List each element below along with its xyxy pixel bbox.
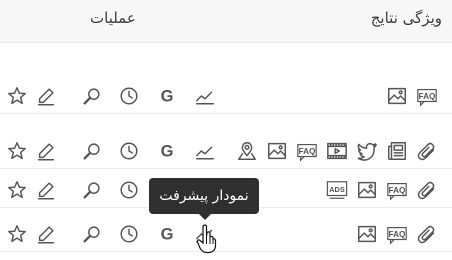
star-icon[interactable]: [5, 217, 29, 251]
news-icon: [385, 134, 409, 168]
ads-icon: ADS: [325, 173, 349, 207]
history-icon[interactable]: [117, 217, 141, 251]
search-icon[interactable]: [80, 217, 104, 251]
trend-icon[interactable]: [193, 79, 217, 113]
search-icon[interactable]: [80, 79, 104, 113]
trend-icon[interactable]: [193, 134, 217, 168]
video-icon: [325, 134, 349, 168]
history-icon[interactable]: [117, 79, 141, 113]
star-icon[interactable]: [5, 134, 29, 168]
table-row: G FAQ: [0, 79, 452, 114]
faq-icon: FAQ: [385, 173, 409, 207]
image-icon: [355, 173, 379, 207]
edit-icon[interactable]: [34, 217, 58, 251]
actions-column-header: عملیات: [90, 9, 136, 27]
image-icon: [265, 134, 289, 168]
faq-icon: FAQ: [415, 79, 439, 113]
edit-icon[interactable]: [34, 173, 58, 207]
history-icon[interactable]: [117, 173, 141, 207]
image-icon: [385, 79, 409, 113]
faq-icon: FAQ: [385, 217, 409, 251]
history-icon[interactable]: [117, 134, 141, 168]
faq-icon: FAQ: [295, 134, 319, 168]
google-icon[interactable]: G: [155, 134, 179, 168]
search-icon[interactable]: [80, 173, 104, 207]
svg-text:FAQ: FAQ: [419, 92, 437, 101]
svg-text:FAQ: FAQ: [389, 230, 407, 239]
paperclip-icon: [415, 217, 439, 251]
tooltip: نمودار پیشرفت: [149, 178, 259, 214]
edit-icon[interactable]: [34, 79, 58, 113]
features-column-header: ویژگی نتایج: [370, 9, 442, 27]
tooltip-text: نمودار پیشرفت: [159, 188, 249, 204]
svg-text:G: G: [161, 226, 174, 244]
star-icon[interactable]: [5, 79, 29, 113]
paperclip-icon: [415, 134, 439, 168]
edit-icon[interactable]: [34, 134, 58, 168]
svg-text:FAQ: FAQ: [299, 147, 317, 156]
tooltip-arrow: [199, 214, 211, 220]
table-row: G FAQ: [0, 217, 452, 252]
svg-text:ADS: ADS: [329, 185, 345, 194]
google-icon[interactable]: G: [155, 79, 179, 113]
hand-cursor-icon: [196, 224, 217, 254]
search-icon[interactable]: [80, 134, 104, 168]
star-icon[interactable]: [5, 173, 29, 207]
paperclip-icon: [415, 173, 439, 207]
table-header: ویژگی نتایج عملیات: [0, 0, 452, 43]
svg-text:G: G: [161, 143, 174, 161]
map-pin-icon: [235, 134, 259, 168]
google-icon[interactable]: G: [155, 217, 179, 251]
svg-text:G: G: [161, 88, 174, 106]
twitter-icon: [355, 134, 379, 168]
table-row: G FAQ: [0, 134, 452, 169]
image-icon: [355, 217, 379, 251]
svg-text:FAQ: FAQ: [389, 186, 407, 195]
